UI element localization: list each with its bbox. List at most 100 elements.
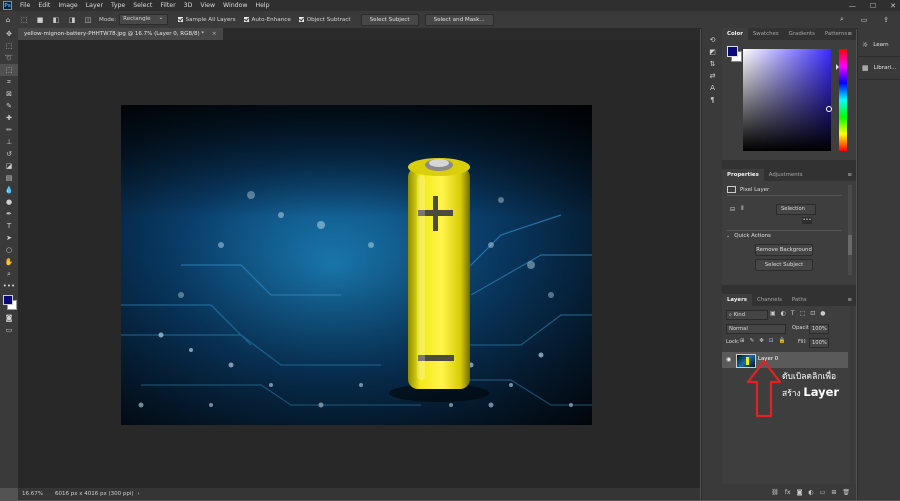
shape-tool-icon[interactable]: ○ [0, 244, 18, 256]
select-subject-qa-button[interactable]: Select Subject [755, 259, 813, 271]
hue-slider[interactable] [839, 49, 847, 151]
foreground-color-swatch[interactable] [3, 295, 13, 305]
lock-all-icon[interactable]: 🔒 [778, 338, 785, 344]
filter-shape-icon[interactable]: ⬚ [800, 310, 806, 317]
document-image[interactable] [121, 105, 592, 425]
fill-input[interactable]: 100% [809, 338, 829, 348]
hand-tool-icon[interactable]: ✋ [0, 256, 18, 268]
learn-button[interactable]: ☼ Learn [858, 34, 900, 57]
chevron-down-icon[interactable]: ⌄ [726, 233, 730, 239]
tab-paths[interactable]: Paths [787, 294, 812, 306]
remove-background-button[interactable]: Remove Background [755, 244, 813, 256]
share-icon[interactable]: ⇪ [881, 15, 891, 25]
filter-toggle-icon[interactable]: ● [820, 310, 825, 317]
stamp-tool-icon[interactable]: ⊥ [0, 136, 18, 148]
color-swatches[interactable] [0, 292, 18, 312]
quick-mask-icon[interactable]: ◙ [0, 312, 18, 324]
menu-3d[interactable]: 3D [180, 2, 197, 9]
object-selection-tool-icon[interactable]: ⬚ [19, 15, 29, 25]
adjustments-panel-icon[interactable]: ⇅ [702, 58, 723, 70]
screen-mode-icon[interactable]: ▭ [0, 324, 18, 336]
new-layer-icon[interactable]: ⊞ [831, 489, 836, 496]
document-tab[interactable]: yellow-mignon-battery-PHHTW78.jpg @ 16.7… [18, 28, 223, 40]
folder-icon[interactable]: ▭ [820, 489, 826, 496]
mask-icon[interactable]: ◙ [797, 489, 803, 496]
select-subject-button[interactable]: Select Subject [360, 13, 419, 26]
move-tool-icon[interactable]: ✥ [0, 28, 18, 40]
fg-color-swatch[interactable] [727, 46, 738, 57]
tab-properties[interactable]: Properties [722, 169, 764, 181]
lock-artboard-icon[interactable]: ⊡ [769, 338, 774, 344]
info-panel-icon[interactable]: ⇄ [702, 70, 723, 82]
add-selection-icon[interactable]: ◧ [51, 15, 61, 25]
history-icon[interactable]: ⟲ [702, 34, 723, 46]
filter-pixel-icon[interactable]: ▣ [770, 310, 776, 317]
filter-type-icon[interactable]: T [791, 310, 795, 317]
object-subtract-checkbox[interactable]: Object Subtract [298, 17, 351, 23]
tab-layers[interactable]: Layers [722, 294, 752, 306]
menu-window[interactable]: Window [219, 2, 251, 9]
menu-layer[interactable]: Layer [82, 2, 107, 9]
zoom-level[interactable]: 16.67% [22, 491, 43, 497]
object-selection-icon[interactable]: ⬚ [0, 64, 18, 76]
home-icon[interactable]: ⌂ [3, 15, 13, 25]
lasso-tool-icon[interactable]: ➰ [0, 52, 18, 64]
menu-select[interactable]: Select [129, 2, 156, 9]
fx-icon[interactable]: fx [785, 489, 791, 496]
color-field[interactable] [743, 49, 831, 151]
character-panel-icon[interactable]: A [702, 82, 723, 94]
frame-tool-icon[interactable]: ⊠ [0, 88, 18, 100]
lock-position-icon[interactable]: ✥ [759, 338, 764, 344]
lock-transparent-icon[interactable]: ⊞ [740, 338, 745, 344]
trash-icon[interactable]: 🗑 [842, 489, 850, 496]
menu-file[interactable]: File [16, 2, 34, 9]
eye-icon[interactable]: ◉ [726, 356, 731, 363]
pen-tool-icon[interactable]: ✒ [0, 208, 18, 220]
libraries-button[interactable]: ▦ Librari... [858, 57, 900, 80]
panel-menu-icon[interactable]: ≡ [847, 28, 852, 40]
close-document-icon[interactable]: × [212, 31, 217, 37]
kind-filter-select[interactable]: ⌕ Kind [726, 310, 768, 320]
panel-menu-icon[interactable]: ≡ [847, 169, 852, 181]
menu-view[interactable]: View [196, 2, 219, 9]
align-left-icon[interactable]: ⊟ [730, 206, 735, 213]
select-and-mask-button[interactable]: Select and Mask... [424, 13, 494, 26]
eyedropper-tool-icon[interactable]: ✎ [0, 100, 18, 112]
auto-enhance-checkbox[interactable]: Auto-Enhance [243, 17, 291, 23]
blend-mode-select[interactable]: Normal [726, 324, 786, 334]
tab-color[interactable]: Color [722, 28, 748, 40]
history-brush-icon[interactable]: ↺ [0, 148, 18, 160]
canvas-area[interactable] [18, 40, 700, 488]
zoom-tool-icon[interactable]: ⌕ [0, 268, 18, 280]
new-selection-icon[interactable]: ■ [35, 15, 45, 25]
menu-type[interactable]: Type [107, 2, 129, 9]
search-icon[interactable]: ⌕ [837, 15, 847, 25]
menu-edit[interactable]: Edit [34, 2, 54, 9]
filter-adjustment-icon[interactable]: ◐ [781, 310, 786, 317]
more-tools-icon[interactable]: ••• [0, 280, 18, 292]
filter-smart-object-icon[interactable]: ⊡ [810, 310, 815, 317]
marquee-tool-icon[interactable]: ⬚ [0, 40, 18, 52]
path-selection-icon[interactable]: ➤ [0, 232, 18, 244]
crop-tool-icon[interactable]: ⌗ [0, 76, 18, 88]
selection-dropdown[interactable]: Selection [776, 204, 816, 215]
healing-brush-icon[interactable]: ✚ [0, 112, 18, 124]
swatches-panel-icon[interactable]: ◩ [702, 46, 723, 58]
subtract-selection-icon[interactable]: ◨ [67, 15, 77, 25]
more-options-button[interactable]: ••• [802, 217, 812, 224]
link-icon[interactable]: ⛓ [771, 489, 779, 496]
menu-filter[interactable]: Filter [156, 2, 179, 9]
properties-scrollbar[interactable] [848, 185, 852, 275]
menu-image[interactable]: Image [54, 2, 81, 9]
dodge-tool-icon[interactable]: ● [0, 196, 18, 208]
hue-slider-handle[interactable] [836, 64, 839, 70]
status-arrow-icon[interactable]: › [138, 491, 140, 497]
tab-adjustments[interactable]: Adjustments [764, 169, 808, 181]
eraser-tool-icon[interactable]: ◪ [0, 160, 18, 172]
mode-select[interactable]: Rectangle [119, 13, 168, 25]
maximize-button[interactable]: ☐ [870, 2, 876, 10]
sample-all-layers-checkbox[interactable]: Sample All Layers [177, 17, 236, 23]
panel-menu-icon[interactable]: ≡ [847, 294, 852, 306]
opacity-input[interactable]: 100% [809, 324, 829, 334]
intersect-selection-icon[interactable]: ◫ [83, 15, 93, 25]
